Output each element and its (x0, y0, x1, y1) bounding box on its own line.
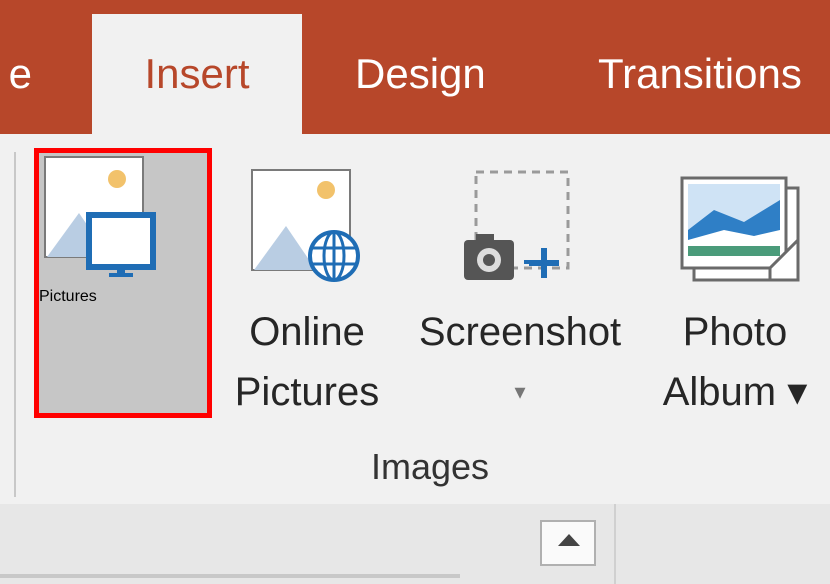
pictures-label: Pictures (39, 288, 97, 305)
tab-design[interactable]: Design (355, 14, 486, 134)
image-on-monitor-icon (44, 156, 156, 277)
collapse-ribbon-button[interactable] (540, 520, 596, 566)
pictures-button[interactable]: Pictures (34, 148, 212, 418)
online-pictures-label-line1: Online (249, 310, 365, 354)
camera-plus-icon (464, 170, 570, 280)
photo-album-label-line1: Photo (682, 310, 788, 354)
divider-line (0, 574, 460, 578)
collapse-ribbon-triangle-icon (558, 534, 580, 546)
ribbon-tab-bar: e Insert Design Transitions (0, 0, 830, 134)
ribbon-bottom-strip (0, 504, 830, 584)
screenshot-button[interactable]: Screenshot ▾ (400, 150, 640, 420)
tab-transitions[interactable]: Transitions (598, 14, 802, 134)
images-group-label: Images (370, 446, 490, 487)
tab-insert[interactable]: Insert (92, 14, 302, 134)
photo-stack-icon (680, 176, 800, 282)
photo-album-button[interactable]: Photo Album ▾ (640, 150, 830, 420)
image-with-globe-icon (251, 169, 360, 282)
online-pictures-label-line2: Pictures (234, 370, 380, 414)
online-pictures-button[interactable]: Online Pictures (222, 150, 392, 420)
group-divider (14, 152, 16, 497)
tab-home-partial[interactable]: e (0, 14, 40, 134)
screenshot-dropdown-arrow[interactable]: ▾ (400, 362, 640, 422)
vertical-separator (614, 504, 616, 584)
photo-album-label-line2: Album ▾ (662, 370, 808, 414)
ribbon-panel: Pictures Online Pictures Screenshot ▾ Ph… (0, 134, 830, 504)
screenshot-label: Screenshot (418, 310, 622, 354)
